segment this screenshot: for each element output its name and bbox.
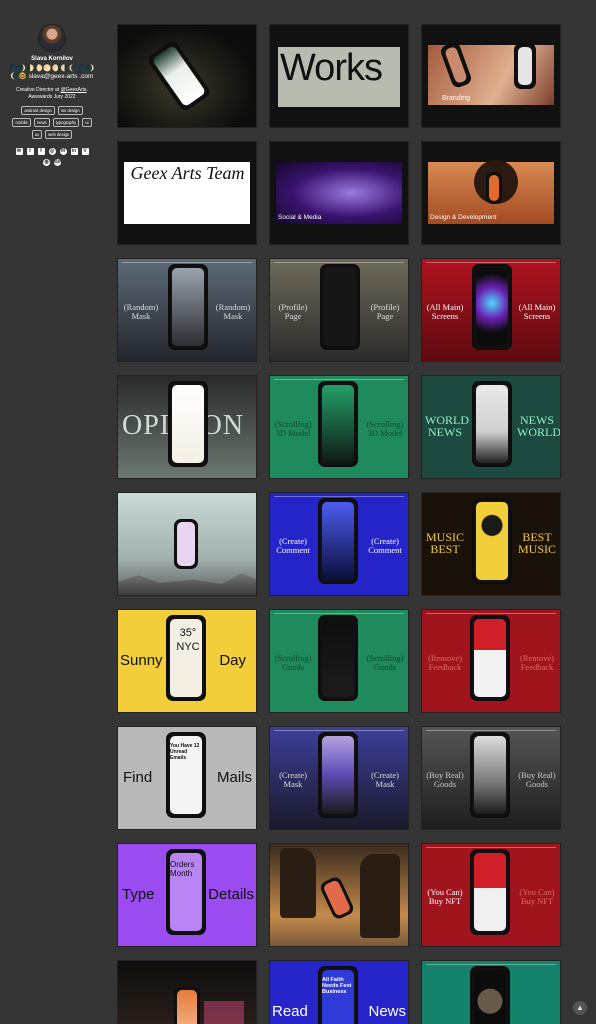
project-card[interactable] xyxy=(117,960,257,1024)
project-card[interactable]: Sunny 35° NYC Day xyxy=(117,609,257,713)
project-card[interactable] xyxy=(421,960,561,1024)
card-label-left: (Create) Mask xyxy=(279,770,307,789)
card-label-left: (Scrolling) 3D Model xyxy=(274,419,312,438)
card-label-left: (Remove) Feedback xyxy=(428,653,462,672)
card-label-right: (Create) Mask xyxy=(371,770,399,789)
card-label-left: Type xyxy=(122,886,155,903)
medium-icon[interactable]: M xyxy=(59,148,67,155)
project-card[interactable]: (Create) Mask (Create) Mask xyxy=(269,726,409,830)
card-label-right: News xyxy=(368,1003,406,1020)
project-card[interactable]: (All Main) Screens (All Main) Screens xyxy=(421,258,561,362)
company-link[interactable]: @GeexArts xyxy=(61,87,87,93)
project-card[interactable]: (Buy Real) Goods (Buy Real) Goods xyxy=(421,726,561,830)
project-card[interactable] xyxy=(117,24,257,128)
project-card[interactable]: Read All Faith Needs Feet Business News xyxy=(269,960,409,1024)
card-title: Geex Arts Team xyxy=(130,163,245,183)
project-card[interactable]: Geex Arts Team xyxy=(117,141,257,245)
project-card[interactable]: (Scrolling) Goods (Scrolling) Goods xyxy=(269,609,409,713)
project-card[interactable]: Design & Development xyxy=(421,141,561,245)
card-label-right: (Scrolling) 3D Model xyxy=(366,419,404,438)
card-label-left: (Buy Real) Goods xyxy=(426,770,464,789)
instagram-icon[interactable]: ◎ xyxy=(48,148,56,155)
project-card[interactable]: WORLD NEWS NEWS WORLD xyxy=(421,375,561,479)
card-label-left: Read xyxy=(272,1003,308,1020)
card-label-right: (Buy Real) Goods xyxy=(518,770,556,789)
project-card[interactable]: (You Can) Buy NFT (You Can) Buy NFT xyxy=(421,843,561,947)
card-title: Social & Media xyxy=(278,214,322,221)
arrow-up-icon[interactable]: ▲ xyxy=(573,1001,587,1015)
card-label-right: NEWS WORLD xyxy=(517,413,561,439)
card-title: Design & Development xyxy=(430,214,497,221)
card-label-right: (All Main) Screens xyxy=(518,302,556,321)
card-label-right: Mails xyxy=(216,769,252,786)
card-label-right: Details xyxy=(208,886,254,903)
card-title: Branding xyxy=(442,95,471,102)
card-label-right: (Profile) Page xyxy=(370,302,400,321)
tag[interactable]: android design xyxy=(21,106,55,115)
project-card[interactable]: Social & Media xyxy=(269,141,409,245)
tag[interactable]: ios design xyxy=(57,106,83,115)
card-label-right: (Scrolling) Goods xyxy=(366,653,404,672)
email-link[interactable]: 🌘🤓 slava@geex-arts .com xyxy=(0,73,104,81)
card-label-left: (Create) Comment xyxy=(276,536,310,555)
card-label-left: (You Can) Buy NFT xyxy=(427,887,463,906)
profile-name[interactable]: Slava Kornilov xyxy=(0,56,104,62)
bio: Creative Director at @GeexArts. Awwwards… xyxy=(0,87,104,100)
project-card[interactable]: Type Orders Month Details xyxy=(117,843,257,947)
project-grid: Works Branding Geex Arts Team Social & M… xyxy=(117,24,561,1024)
card-label-left: (Profile) Page xyxy=(278,302,308,321)
card-title: All Faith Needs Feet Business xyxy=(322,977,352,995)
project-card[interactable]: Find You Have 12 Unread Emails Mails xyxy=(117,726,257,830)
tag[interactable]: mobile xyxy=(12,118,31,127)
card-title: You Have 12 Unread Emails xyxy=(170,743,200,761)
card-label-left: Find xyxy=(123,769,153,786)
project-card[interactable]: OPINION xyxy=(117,375,257,479)
emoji-line: 🌑🌒🌓🌔🌕🌖🌗🌘🌑🌒 xyxy=(9,65,95,72)
project-card[interactable]: MUSIC BEST BEST MUSIC xyxy=(421,492,561,596)
profile-sidebar: Slava Kornilov 🌑🌒🌓🌔🌕🌖🌗🌘🌑🌒 🌘🤓 slava@geex-… xyxy=(0,0,104,166)
behance-icon[interactable]: Bē xyxy=(54,159,61,166)
card-title: 35° NYC xyxy=(176,627,200,653)
card-label-right: (You Can) Buy NFT xyxy=(519,887,555,906)
facebook-icon[interactable]: f xyxy=(37,148,45,155)
twitter-icon[interactable]: t xyxy=(26,148,34,155)
card-label-right: BEST MUSIC xyxy=(517,530,556,556)
bio-role: Creative Director at xyxy=(16,87,60,93)
dribbble-icon[interactable]: ◍ xyxy=(43,159,50,166)
project-card[interactable]: Works xyxy=(269,24,409,128)
card-label-left: MUSIC BEST xyxy=(425,530,464,556)
project-card[interactable]: (Random) Mask (Random) Mask xyxy=(117,258,257,362)
card-label-left: (Scrolling) Goods xyxy=(274,653,312,672)
project-card[interactable] xyxy=(117,492,257,596)
tag[interactable]: web design xyxy=(45,130,73,139)
card-label-left: (All Main) Screens xyxy=(426,302,464,321)
tag[interactable]: news xyxy=(33,118,50,127)
card-label-right: (Random) Mask xyxy=(215,302,251,321)
tag[interactable]: ui xyxy=(82,118,92,127)
card-label-right: (Remove) Feedback xyxy=(520,653,554,672)
avatar[interactable] xyxy=(38,24,66,52)
card-label-left: Sunny xyxy=(120,652,163,669)
card-label-right: Day xyxy=(219,652,246,669)
card-label-left: (Random) Mask xyxy=(123,302,159,321)
project-card[interactable] xyxy=(269,843,409,947)
social-links: ✉ t f ◎ M in V ◍ Bē xyxy=(0,139,104,166)
vimeo-icon[interactable]: V xyxy=(81,148,89,155)
tag[interactable]: ux xyxy=(31,130,43,139)
project-card[interactable]: (Remove) Feedback (Remove) Feedback xyxy=(421,609,561,713)
card-label-right: (Create) Comment xyxy=(368,536,402,555)
linkedin-icon[interactable]: in xyxy=(70,148,78,155)
tag-list: android design ios design mobile news ty… xyxy=(0,100,104,139)
project-card[interactable]: (Scrolling) 3D Model (Scrolling) 3D Mode… xyxy=(269,375,409,479)
card-label-left: WORLD NEWS xyxy=(425,413,469,439)
tag[interactable]: typography xyxy=(52,118,80,127)
project-card[interactable]: Branding xyxy=(421,24,561,128)
card-title: Works xyxy=(280,47,383,89)
project-card[interactable]: (Profile) Page (Profile) Page xyxy=(269,258,409,362)
project-card[interactable]: (Create) Comment (Create) Comment xyxy=(269,492,409,596)
card-title: Orders Month xyxy=(170,860,195,878)
email-icon[interactable]: ✉ xyxy=(15,148,23,155)
